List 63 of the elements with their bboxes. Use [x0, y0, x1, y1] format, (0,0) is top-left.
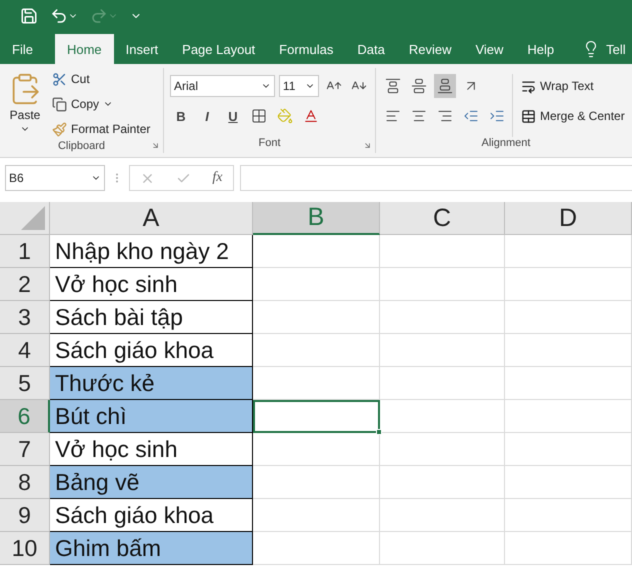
paste-button[interactable]: Paste: [6, 68, 44, 140]
row-header[interactable]: 6: [0, 400, 50, 433]
italic-button[interactable]: I: [196, 105, 218, 127]
format-painter-button[interactable]: Format Painter: [50, 118, 152, 140]
row-header[interactable]: 5: [0, 367, 50, 400]
ribbon-tab[interactable]: File: [0, 34, 45, 64]
dialog-launcher-icon[interactable]: [151, 141, 160, 150]
tell-me-field[interactable]: Tell: [606, 34, 626, 64]
underline-button[interactable]: U: [222, 105, 244, 127]
bottom-align-icon[interactable]: [434, 74, 456, 98]
copy-icon: [52, 96, 67, 112]
table-cell: Vở học sinh: [50, 268, 253, 301]
group-title: Font: [258, 137, 280, 151]
copy-button[interactable]: Copy: [50, 93, 152, 115]
wrap-text-button[interactable]: Wrap Text: [519, 75, 596, 97]
row-header[interactable]: 1: [0, 235, 50, 268]
font-name-field[interactable]: Arial: [170, 75, 275, 97]
column-header[interactable]: B: [253, 202, 380, 235]
table-cell: Sách giáo khoa: [50, 334, 253, 367]
column-header[interactable]: C: [380, 202, 505, 235]
selected-cell[interactable]: [253, 400, 380, 433]
table-cell: Vở học sinh: [50, 433, 253, 466]
ribbon-tab[interactable]: View: [463, 34, 516, 64]
undo-icon[interactable]: [50, 7, 78, 25]
group-title: Alignment: [482, 137, 530, 151]
table-cell: Nhập kho ngày 2: [50, 235, 253, 268]
insert-function-button[interactable]: fx: [212, 170, 222, 186]
row-header[interactable]: 2: [0, 268, 50, 301]
scissors-icon: [52, 72, 67, 86]
dialog-launcher-icon[interactable]: [363, 141, 372, 150]
paintbrush-icon: [52, 122, 67, 136]
save-icon[interactable]: [20, 7, 38, 25]
font-size-field[interactable]: 11: [278, 75, 320, 97]
ribbon-tab[interactable]: Page Layout: [170, 34, 268, 64]
row-header[interactable]: 3: [0, 301, 50, 334]
select-all-icon: [21, 206, 45, 230]
wrap-text-icon: [521, 78, 536, 94]
row-header[interactable]: 4: [0, 334, 50, 367]
ribbon-tab[interactable]: Home: [54, 34, 114, 64]
table-cell: Ghim bấm: [50, 532, 253, 565]
row-header[interactable]: 9: [0, 499, 50, 532]
table-cell: Bảng vẽ: [50, 466, 253, 499]
ribbon-tab[interactable]: Review: [396, 34, 464, 64]
name-box[interactable]: B6: [5, 165, 105, 191]
ribbon-tab[interactable]: Insert: [114, 34, 170, 64]
row-header[interactable]: 10: [0, 532, 50, 565]
cut-button[interactable]: Cut: [50, 68, 152, 90]
formula-input[interactable]: [240, 165, 632, 191]
column-header[interactable]: D: [505, 202, 632, 235]
ribbon-tab[interactable]: Help: [515, 34, 566, 64]
merge-cells-icon: [521, 108, 536, 124]
table-cell: Sách bài tập: [50, 301, 253, 334]
row-header[interactable]: 7: [0, 433, 50, 466]
ribbon-tab[interactable]: Formulas: [267, 34, 346, 64]
bold-button[interactable]: B: [170, 105, 192, 127]
table-cell: Thước kẻ: [50, 367, 253, 400]
group-title: Clipboard: [58, 140, 106, 152]
merge-center-button[interactable]: Merge & Center: [519, 105, 627, 127]
row-header[interactable]: 8: [0, 466, 50, 499]
column-header[interactable]: A: [50, 202, 253, 235]
table-cell: Sách giáo khoa: [50, 499, 253, 532]
table-cell: Bút chì: [50, 400, 253, 433]
ribbon-tab[interactable]: Data: [345, 34, 397, 64]
